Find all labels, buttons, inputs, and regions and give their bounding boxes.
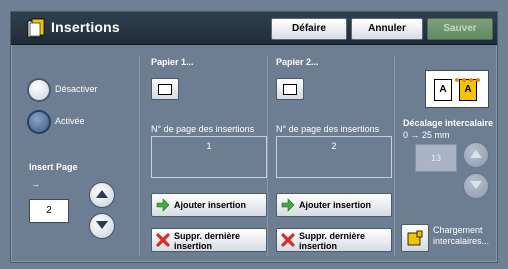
paper2-remove-label-line2: insertion xyxy=(299,241,338,251)
paper1-add-label: Ajouter insertion xyxy=(174,200,247,210)
delete-x-icon xyxy=(156,233,170,247)
column-divider xyxy=(139,56,140,256)
enable-radio[interactable] xyxy=(27,110,51,134)
column-divider xyxy=(267,56,268,256)
paper1-page-field-label: N° de page des insertions xyxy=(151,124,255,134)
paper2-page-field-label: N° de page des insertions xyxy=(276,124,380,134)
insertions-window: Insertions Défaire Annuler Sauver Désact… xyxy=(10,11,498,263)
paper2-add-button[interactable]: Ajouter insertion xyxy=(276,193,392,217)
paper2-add-label: Ajouter insertion xyxy=(299,200,372,210)
offset-range: 0 → 25 mm xyxy=(403,130,450,140)
paper1-page-field[interactable]: 1 xyxy=(151,136,267,178)
arrow-right-icon xyxy=(281,198,295,212)
paper1-remove-label-line1: Suppr. dernière xyxy=(174,231,241,241)
disable-radio[interactable] xyxy=(27,78,51,102)
paper2-label: Papier 2... xyxy=(276,57,319,67)
offset-decrement-button[interactable] xyxy=(463,173,489,199)
load-tabs-button[interactable] xyxy=(401,224,429,252)
paper1-remove-button[interactable]: Suppr. dernière insertion xyxy=(151,228,267,252)
enable-label: Activée xyxy=(55,116,85,126)
chevron-up-icon xyxy=(470,150,482,158)
paper2-remove-label-line1: Suppr. dernière xyxy=(299,231,366,241)
cancel-button[interactable]: Annuler xyxy=(351,18,423,40)
column-divider xyxy=(394,56,395,256)
insert-page-value[interactable]: 2 xyxy=(29,199,69,223)
chevron-down-icon xyxy=(470,181,482,189)
insert-page-label: Insert Page xyxy=(29,162,78,172)
chevron-down-icon xyxy=(96,221,108,229)
paper1-button[interactable] xyxy=(151,78,179,100)
undo-button[interactable]: Défaire xyxy=(271,18,347,40)
disable-label: Désactiver xyxy=(55,84,98,94)
paper1-remove-label: Suppr. dernière insertion xyxy=(174,231,240,251)
increment-button[interactable] xyxy=(89,182,115,208)
load-tabs-label-line2: intercalaires... xyxy=(433,236,490,246)
load-tabs-label-line1: Chargement xyxy=(433,225,483,235)
save-button[interactable]: Sauver xyxy=(427,18,493,40)
paper1-remove-label-line2: insertion xyxy=(174,241,213,251)
insertions-icon xyxy=(27,18,45,38)
paper2-remove-button[interactable]: Suppr. dernière insertion xyxy=(276,228,392,252)
offset-arrows-icon xyxy=(455,78,480,82)
arrow-right-icon xyxy=(156,198,170,212)
offset-increment-button[interactable] xyxy=(463,142,489,168)
paper1-label: Papier 1... xyxy=(151,57,194,67)
preview-sheet: A xyxy=(434,79,452,101)
paper-icon xyxy=(158,84,172,95)
insert-page-arrow: → xyxy=(31,179,40,189)
tab-stock-icon xyxy=(407,230,423,246)
offset-title: Décalage intercalaire xyxy=(403,118,494,128)
paper2-remove-label: Suppr. dernière insertion xyxy=(299,231,365,251)
paper2-button[interactable] xyxy=(276,78,304,100)
paper2-page-field[interactable]: 2 xyxy=(276,136,392,178)
paper1-page-value: 1 xyxy=(206,141,212,151)
load-tabs-label: Chargement intercalaires... xyxy=(433,225,489,247)
paper2-page-value: 2 xyxy=(331,141,337,151)
paper1-add-button[interactable]: Ajouter insertion xyxy=(151,193,267,217)
offset-value[interactable]: 13 xyxy=(415,144,457,172)
tab-offset-preview: A A xyxy=(425,70,489,108)
paper-icon xyxy=(283,84,297,95)
chevron-up-icon xyxy=(96,190,108,198)
decrement-button[interactable] xyxy=(89,213,115,239)
header-bar: Insertions Défaire Annuler Sauver xyxy=(11,12,497,45)
delete-x-icon xyxy=(281,233,295,247)
page-title: Insertions xyxy=(51,19,120,35)
